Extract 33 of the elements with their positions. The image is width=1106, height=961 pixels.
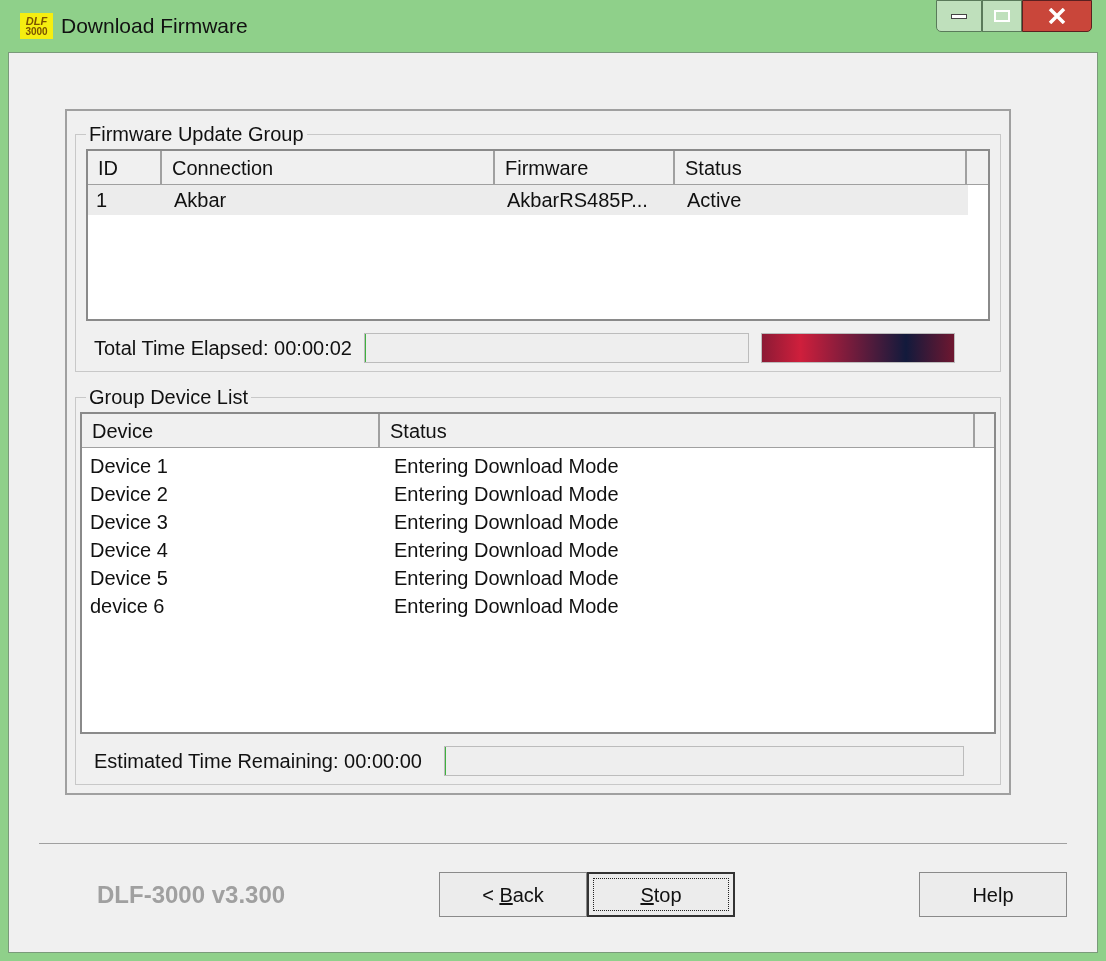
table-cell-text: Entering Download Mode <box>393 538 620 563</box>
table-cell-text: Device 1 <box>89 454 169 479</box>
table-cell-text: Entering Download Mode <box>393 566 620 591</box>
table-cell-text: Entering Download Mode <box>393 594 620 619</box>
version-label: DLF-3000 v3.300 <box>97 879 287 910</box>
table-cell-text: Device 4 <box>89 538 169 563</box>
app-logo-icon: DLF 3000 <box>20 13 53 39</box>
maximize-button[interactable] <box>982 0 1022 32</box>
table-cell-text: Entering Download Mode <box>393 482 620 507</box>
table-cell-text: Entering Download Mode <box>393 510 620 535</box>
table-cell-text: device 6 <box>89 594 166 619</box>
dialog-button[interactable]: Stop <box>587 872 735 917</box>
close-button[interactable] <box>1022 0 1092 32</box>
column-header[interactable]: Device <box>82 414 380 447</box>
elapsed-label: Total Time Elapsed: 00:00:02 <box>94 336 352 361</box>
dialog-button[interactable]: Help <box>919 872 1067 917</box>
group-title: Firmware Update Group <box>88 122 305 147</box>
table-cell-text: Active <box>686 188 743 213</box>
table-cell-text: Entering Download Mode <box>393 454 620 479</box>
dialog-button[interactable]: < Back <box>439 872 587 917</box>
table-cell-text: Device 2 <box>89 482 169 507</box>
column-header[interactable]: Status <box>380 414 975 447</box>
table-cell-text: Device 5 <box>89 566 169 591</box>
close-icon <box>1048 8 1066 24</box>
remaining-label: Estimated Time Remaining: 00:00:00 <box>94 749 422 774</box>
table-cell-text: Akbar <box>173 188 228 213</box>
table-cell-text: AkbarRS485P... <box>506 188 649 213</box>
table-row[interactable]: 1 Akbar AkbarRS485P... Active <box>88 185 968 215</box>
table-cell-text: Device 3 <box>89 510 169 535</box>
group-title: Group Device List <box>88 385 249 410</box>
window-title: Download Firmware <box>61 13 248 40</box>
table-cell-text: 1 <box>95 188 109 213</box>
minimize-button[interactable] <box>936 0 982 32</box>
